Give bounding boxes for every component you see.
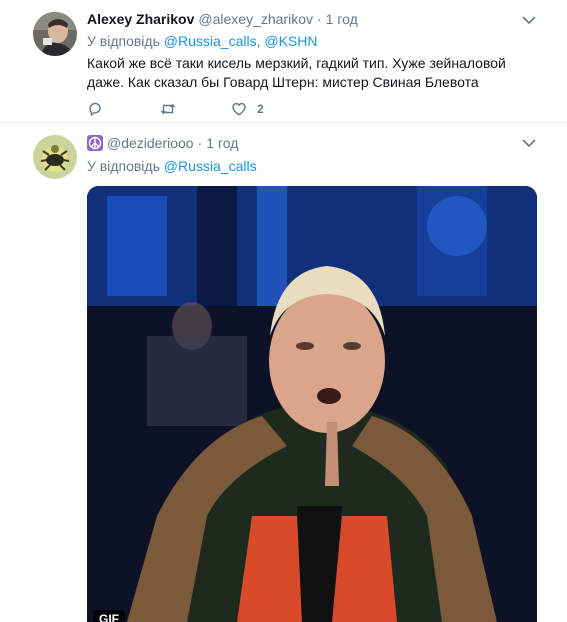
- separator-dot: ·: [317, 11, 322, 27]
- chevron-down-icon[interactable]: [521, 12, 537, 28]
- tweet-alexey-zharikov[interactable]: Alexey Zharikov @alexey_zharikov · 1 год У …: [0, 0, 567, 123]
- mention-link[interactable]: @Russia_calls: [164, 158, 257, 174]
- author-handle[interactable]: @alexey_zharikov: [198, 11, 313, 27]
- avatar-image: [33, 135, 77, 179]
- tweet-timestamp[interactable]: 1 год: [206, 135, 238, 151]
- reply-prefix: У відповідь: [87, 33, 160, 49]
- tweet-header: Alexey Zharikov @alexey_zharikov · 1 год: [87, 10, 358, 28]
- mention-link[interactable]: @KSHN: [264, 33, 317, 49]
- chevron-down-icon[interactable]: [521, 135, 537, 151]
- mention-link[interactable]: @Russia_calls: [164, 33, 257, 49]
- like-button[interactable]: 2: [231, 100, 264, 118]
- tweet-text: Какой же всё таки кисель мерзкий, гадкий…: [87, 55, 506, 90]
- tweet-dezideriooo[interactable]: @dezideriooo · 1 год У відповідь @Russia_c…: [0, 123, 567, 622]
- separator-dot: ·: [197, 135, 203, 151]
- reply-button[interactable]: [87, 100, 103, 118]
- heart-icon: [232, 102, 246, 116]
- reply-context: У відповідь @Russia_calls: [87, 157, 257, 175]
- avatar[interactable]: [33, 12, 77, 56]
- tweet-timestamp[interactable]: 1 год: [326, 11, 358, 27]
- gif-frame-image: [87, 186, 537, 622]
- retweet-button[interactable]: [160, 100, 176, 118]
- reply-icon: [89, 102, 101, 116]
- author-name[interactable]: Alexey Zharikov: [87, 11, 194, 27]
- like-count: 2: [257, 102, 264, 116]
- tweet-header: @dezideriooo · 1 год: [87, 134, 238, 152]
- tweet-media-gif[interactable]: GIF: [87, 186, 537, 622]
- reply-context: У відповідь @Russia_calls, @KSHN: [87, 32, 317, 50]
- peace-symbol-icon: [87, 135, 103, 151]
- author-handle[interactable]: @dezideriooo: [107, 135, 194, 151]
- gif-badge: GIF: [93, 610, 125, 622]
- avatar-photo: [33, 12, 77, 56]
- retweet-icon: [160, 103, 176, 115]
- reply-prefix: У відповідь: [87, 158, 160, 174]
- avatar[interactable]: [33, 135, 77, 179]
